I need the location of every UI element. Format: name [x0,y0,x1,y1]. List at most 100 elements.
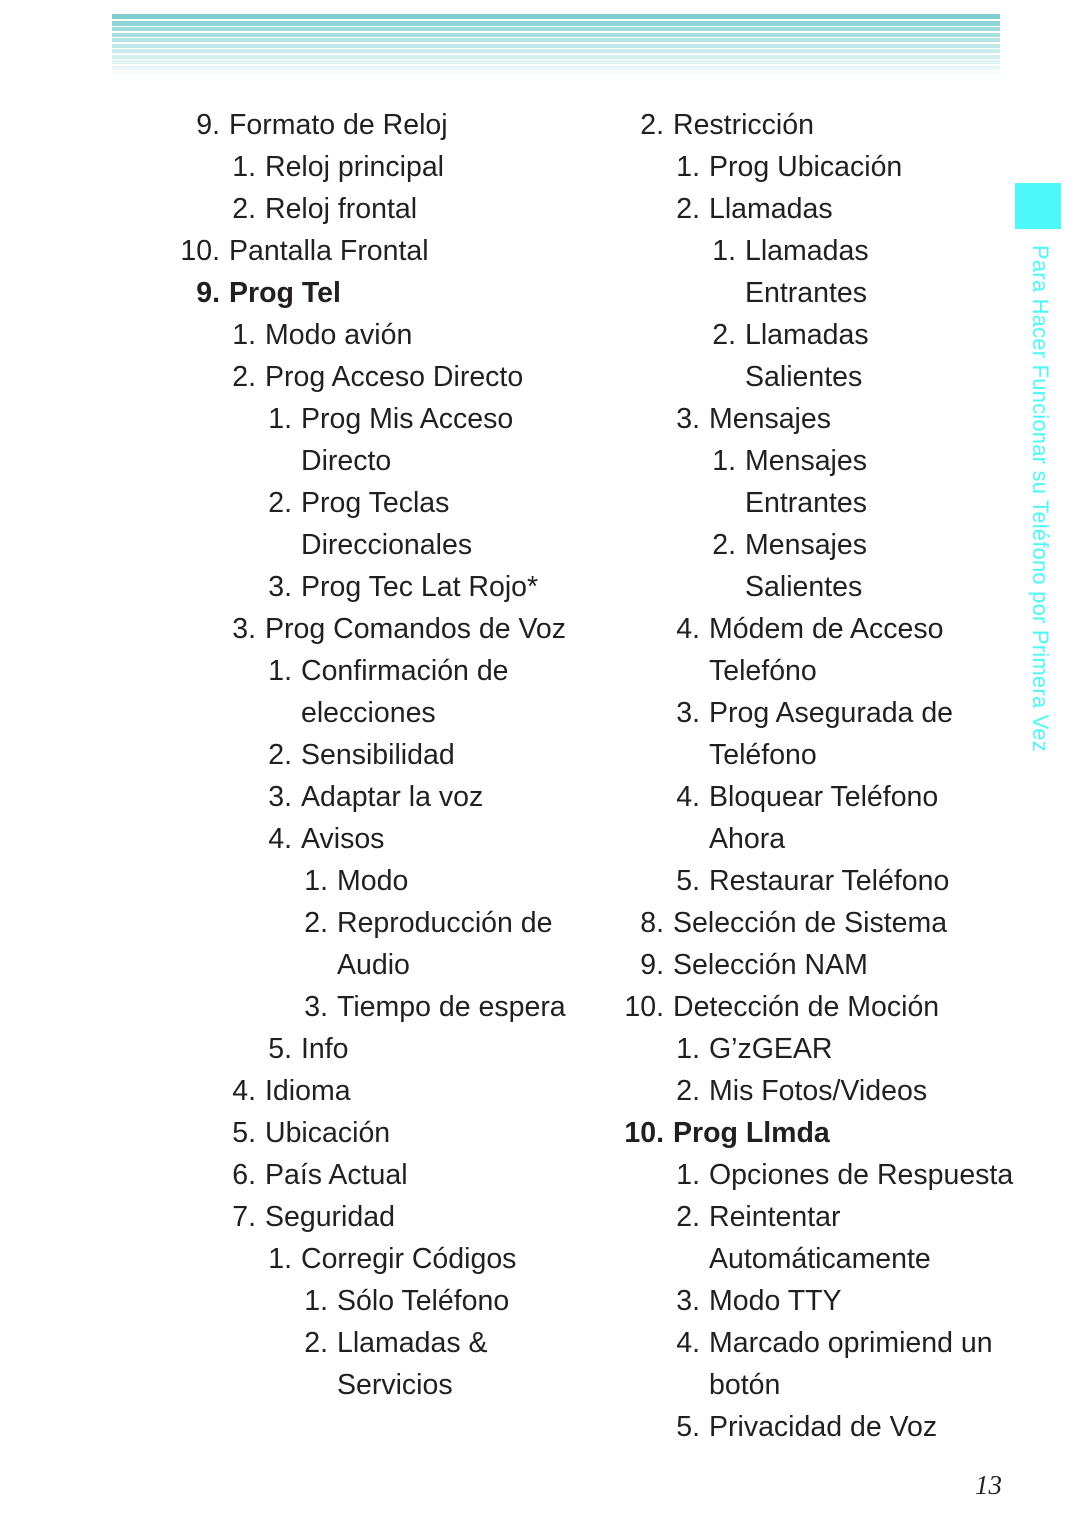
outline-row-label: Modo [337,865,409,897]
outline-row-continuation: Telefóno [568,650,1008,692]
outline-row-label: Selección de Sistema [673,907,948,939]
outline-row-label: Telefóno [709,655,817,687]
outline-row-label: Prog Comandos de Voz [265,613,567,645]
outline-row: 10. Pantalla Frontal [112,230,552,272]
outline-row-continuation: botón [568,1364,1008,1406]
outline-row: 1. Confirmación de [112,650,552,692]
outline-row: 2. Reproducción de [112,902,552,944]
outline-row: 1. Prog Ubicación [568,146,1008,188]
outline-row-number: 3. [268,781,292,813]
outline-row-number: 2. [268,487,292,519]
outline-row-number: 9. [640,949,664,981]
outline-row: 1. Corregir Códigos [112,1238,552,1280]
outline-row-label: Detección de Moción [673,991,940,1023]
outline-row-number: 6. [232,1159,256,1191]
outline-row-label: Bloquear Teléfono [709,781,939,813]
outline-row-label: Prog Acceso Directo [265,361,524,393]
outline-row: 1. Llamadas [568,230,1008,272]
header-stripe [112,38,1000,42]
outline-row-label: Mensajes [745,529,867,561]
outline-row-continuation: Entrantes [568,482,1008,524]
outline-row: 4. Marcado oprimiend un [568,1322,1008,1364]
outline-row-label: Llamadas [709,193,833,225]
outline-row-label: Sensibilidad [301,739,455,771]
outline-row: 3. Prog Comandos de Voz [112,608,566,650]
outline-row: 4. Módem de Acceso [568,608,1008,650]
outline-row: 2. Sensibilidad [112,734,552,776]
header-stripe [112,49,1000,53]
header-stripe [112,71,1000,75]
outline-row-number: 2. [304,907,328,939]
outline-row-number: 5. [676,865,700,897]
outline-row-number: 1. [304,1285,328,1317]
outline-row-continuation: Entrantes [568,272,1008,314]
outline-row-number: 1. [676,1159,700,1191]
outline-row-number: 4. [676,613,700,645]
outline-row-label: elecciones [301,697,436,729]
outline-row: 9. Formato de Reloj [112,104,552,146]
outline-row-number: 2. [676,1201,700,1233]
outline-row-number: 2. [268,739,292,771]
outline-row-label: Ahora [709,823,786,855]
outline-row: 6. País Actual [112,1154,552,1196]
outline-row: 1. Mensajes [568,440,1008,482]
header-stripe [112,65,1000,70]
outline-row: 2. Mis Fotos/Videos [568,1070,1008,1112]
outline-row: 2. Llamadas [568,314,1008,356]
outline-row: 2. Prog Acceso Directo [112,356,552,398]
outline-row-number: 5. [676,1411,700,1443]
outline-row-number: 2. [304,1327,328,1359]
outline-row-label: G’zGEAR [709,1033,833,1065]
outline-row-label: Sólo Teléfono [337,1285,510,1317]
outline-row-number: 1. [268,655,292,687]
outline-row-label: Ubicación [265,1117,391,1149]
outline-row: 3. Mensajes [568,398,1008,440]
outline-row-label: Audio [337,949,410,981]
outline-row-label: Mensajes [709,403,831,435]
outline-row: 2. Reloj frontal [112,188,552,230]
outline-row-label: Reintentar [709,1201,841,1233]
outline-row-label: Prog Tec Lat Rojo* [301,571,539,603]
header-stripe [112,43,1000,48]
outline-row: 2. Reintentar [568,1196,1008,1238]
outline-row-number: 2. [640,109,664,141]
outline-row-number: 10. [180,235,220,267]
outline-row: 2. Restricción [568,104,1008,146]
outline-row-number: 9. [196,109,220,141]
outline-row-number: 1. [676,1033,700,1065]
outline-row: 2. Prog Teclas [112,482,552,524]
outline-row-number: 1. [232,151,256,183]
outline-row-label: Teléfono [709,739,817,771]
side-tab-color-block [1015,183,1061,229]
menu-column-right: 2. Restricción 1. Prog Ubicación 2. Llamadas 1… [568,104,1013,1448]
outline-row-number: 1. [268,403,292,435]
outline-row-label: Llamadas [745,235,869,267]
outline-row: 1. Prog Mis Acceso [112,398,552,440]
outline-row-continuation: Automáticamente [568,1238,1008,1280]
outline-row-label: Reproducción de [337,907,553,939]
outline-row-label: Opciones de Respuesta [709,1159,1014,1191]
outline-row: 5. Restaurar Teléfono [568,860,1008,902]
outline-row-label: Entrantes [745,277,867,309]
outline-row-label: Modo avión [265,319,413,351]
outline-row: 2. Mensajes [568,524,1008,566]
outline-row-label: Avisos [301,823,385,855]
outline-row: 5. Ubicación [112,1112,552,1154]
outline-row-label: Restaurar Teléfono [709,865,950,897]
outline-row-number: 4. [676,781,700,813]
outline-row-number: 10. [624,991,664,1023]
header-stripe [112,14,1000,19]
outline-row: 8. Selección de Sistema [568,902,1008,944]
outline-row-number: 1. [712,235,736,267]
outline-row: 4. Avisos [112,818,552,860]
outline-row-number: 2. [232,193,256,225]
outline-row-label: Tiempo de espera [337,991,566,1023]
outline-row-continuation: elecciones [112,692,552,734]
outline-row: 7. Seguridad [112,1196,552,1238]
outline-row: 1. Modo avión [112,314,552,356]
outline-row-continuation: Audio [112,944,552,986]
outline-row-number: 5. [232,1117,256,1149]
outline-row-number: 3. [676,697,700,729]
outline-row-number: 3. [304,991,328,1023]
outline-row: 2. Llamadas [568,188,1008,230]
